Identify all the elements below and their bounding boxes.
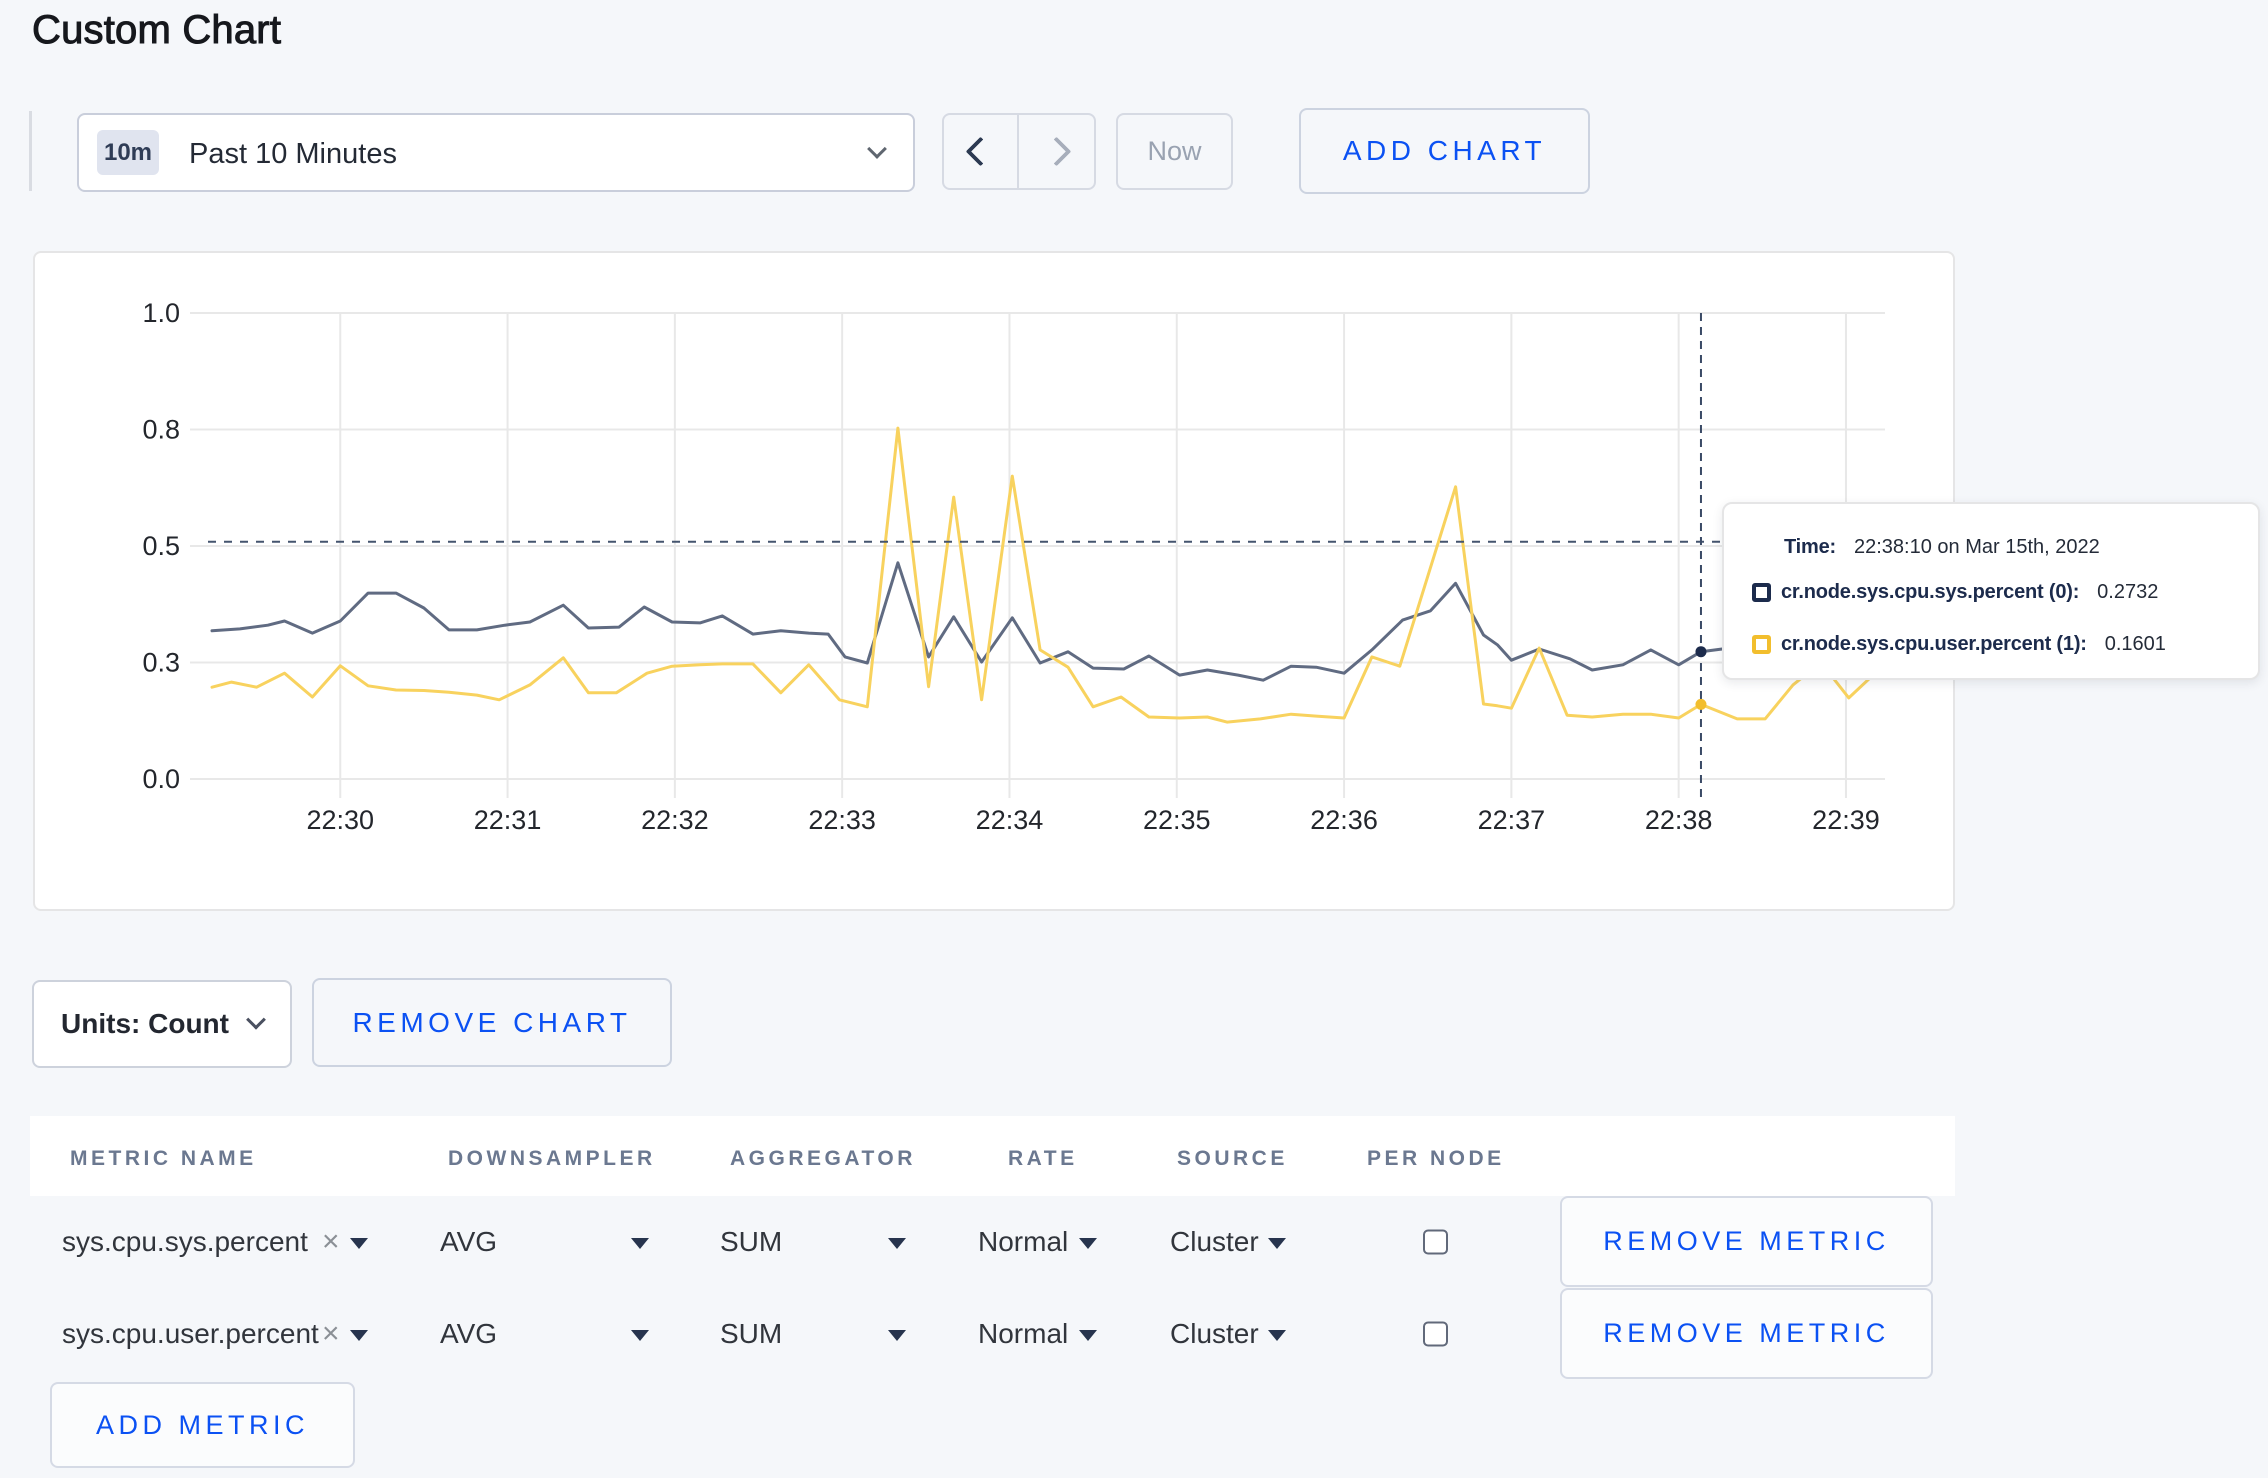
remove-metric-button[interactable]: REMOVE METRIC (1560, 1288, 1933, 1379)
per-node-checkbox[interactable] (1423, 1229, 1448, 1255)
downsampler-select[interactable]: AVG (440, 1226, 497, 1258)
series-swatch-user (1752, 634, 1771, 654)
remove-metric-x-icon[interactable]: × (322, 1317, 340, 1351)
col-header-downsampler: DOWNSAMPLER (448, 1147, 656, 1170)
tooltip-series-label: cr.node.sys.cpu.sys.percent (0): (1781, 580, 2080, 603)
metrics-table-header: METRIC NAME DOWNSAMPLER AGGREGATOR RATE … (30, 1116, 1955, 1196)
units-label: Units: Count (61, 1008, 229, 1039)
rate-select[interactable]: Normal (978, 1318, 1068, 1350)
col-header-per-node: PER NODE (1367, 1147, 1505, 1170)
col-header-rate: RATE (1008, 1147, 1078, 1170)
page-title: Custom Chart (31, 8, 282, 53)
metric-name-caret-icon[interactable] (350, 1330, 368, 1341)
source-caret-icon[interactable] (1268, 1330, 1286, 1341)
source-select[interactable]: Cluster (1170, 1226, 1259, 1258)
downsampler-caret-icon[interactable] (631, 1330, 649, 1341)
source-select[interactable]: Cluster (1170, 1318, 1259, 1350)
tooltip-series-value: 0.2732 (2097, 580, 2159, 603)
add-chart-button[interactable]: ADD CHART (1299, 108, 1590, 194)
aggregator-caret-icon[interactable] (888, 1238, 906, 1249)
time-range-badge: 10m (97, 130, 159, 175)
series-swatch-sys (1752, 582, 1771, 602)
units-dropdown[interactable]: Units: Count (32, 980, 292, 1068)
aggregator-caret-icon[interactable] (888, 1330, 906, 1341)
tooltip-time-value: 22:38:10 on Mar 15th, 2022 (1853, 535, 2100, 558)
toolbar-divider (29, 111, 32, 191)
col-header-aggregator: AGGREGATOR (730, 1147, 916, 1170)
downsampler-caret-icon[interactable] (631, 1238, 649, 1249)
tooltip-series-label: cr.node.sys.cpu.user.percent (1): (1781, 632, 2087, 655)
metric-row: sys.cpu.sys.percent × AVG SUM Normal Clu… (30, 1196, 1955, 1288)
per-node-checkbox[interactable] (1423, 1321, 1448, 1347)
chart-tooltip: Time: 22:38:10 on Mar 15th, 2022 cr.node… (1722, 502, 2260, 680)
tooltip-time-label: Time: (1784, 535, 1836, 558)
col-header-source: SOURCE (1177, 1147, 1288, 1170)
aggregator-select[interactable]: SUM (720, 1226, 782, 1258)
remove-chart-button[interactable]: REMOVE CHART (312, 978, 672, 1067)
rate-caret-icon[interactable] (1079, 1330, 1097, 1341)
tooltip-series-value: 0.1601 (2104, 632, 2166, 655)
next-time-button[interactable] (1019, 115, 1094, 188)
metric-name-value[interactable]: sys.cpu.sys.percent (62, 1226, 308, 1258)
metric-row: sys.cpu.user.percent × AVG SUM Normal Cl… (30, 1288, 1955, 1380)
aggregator-select[interactable]: SUM (720, 1318, 782, 1350)
chevron-left-icon (965, 136, 996, 167)
col-header-metric-name: METRIC NAME (70, 1147, 257, 1170)
now-button[interactable]: Now (1116, 113, 1233, 190)
time-nav-group (942, 113, 1096, 190)
time-range-dropdown[interactable]: 10m Past 10 Minutes (77, 113, 915, 192)
rate-caret-icon[interactable] (1079, 1238, 1097, 1249)
chevron-right-icon (1041, 136, 1072, 167)
add-metric-button[interactable]: ADD METRIC (50, 1382, 355, 1468)
remove-metric-button[interactable]: REMOVE METRIC (1560, 1196, 1933, 1287)
metric-name-caret-icon[interactable] (350, 1238, 368, 1249)
chevron-down-icon (246, 1009, 266, 1030)
source-caret-icon[interactable] (1268, 1238, 1286, 1249)
prev-time-button[interactable] (944, 115, 1019, 188)
downsampler-select[interactable]: AVG (440, 1318, 497, 1350)
rate-select[interactable]: Normal (978, 1226, 1068, 1258)
metric-name-value[interactable]: sys.cpu.user.percent (62, 1318, 319, 1350)
remove-metric-x-icon[interactable]: × (322, 1225, 340, 1259)
custom-chart-page: Custom Chart 10m Past 10 Minutes Now ADD… (0, 0, 2268, 1478)
chart-card[interactable] (33, 251, 1955, 911)
time-range-label: Past 10 Minutes (189, 138, 397, 170)
chevron-down-icon (867, 139, 887, 159)
